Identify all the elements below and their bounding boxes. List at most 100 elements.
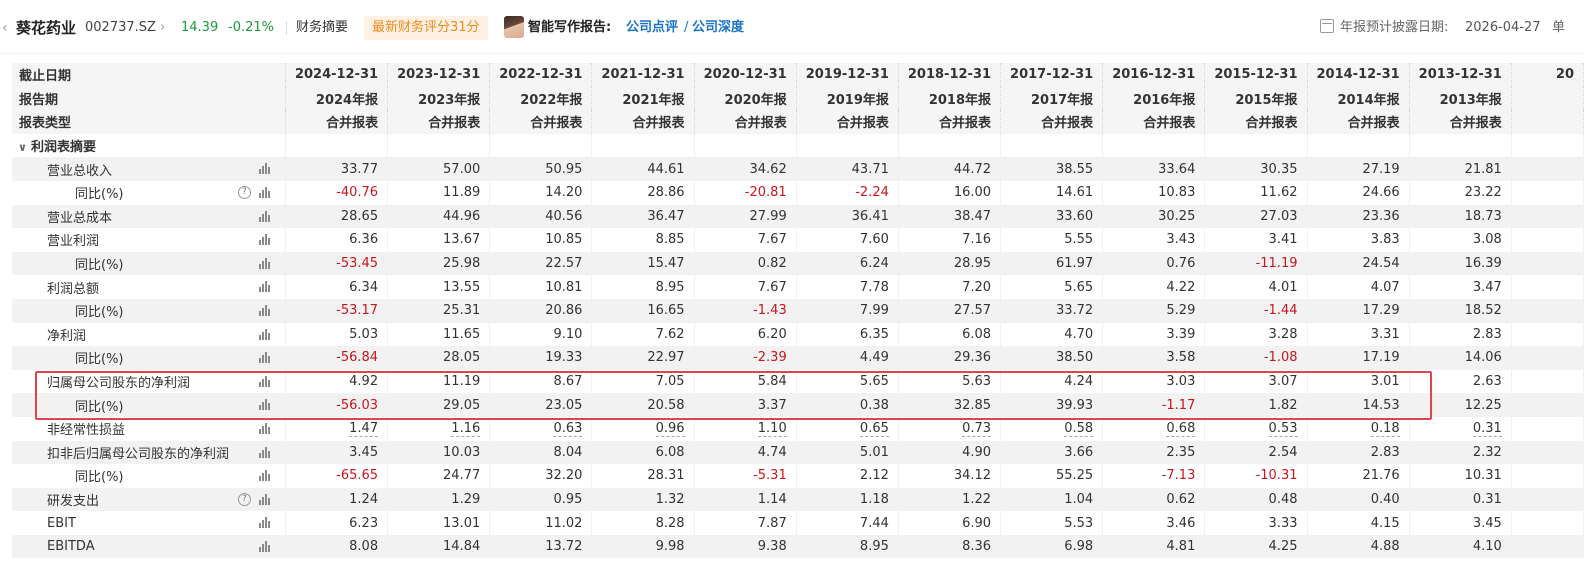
value-cell: 36.47 — [591, 204, 695, 229]
value-cell: 5.84 — [694, 369, 797, 394]
cell-value: 38.50 — [1055, 350, 1094, 366]
value-cell: 28.86 — [591, 180, 695, 205]
cell-value[interactable]: 0.58 — [1064, 421, 1094, 438]
cell-value[interactable]: 0.18 — [1370, 421, 1400, 438]
value-cell: 4.25 — [1204, 534, 1308, 559]
row-label-cell: 扣非后归属母公司股东的净利润 — [12, 440, 286, 465]
bar-chart-icon[interactable] — [258, 540, 271, 552]
bar-chart-icon[interactable] — [258, 163, 271, 175]
value-cell: 3.33 — [1204, 511, 1308, 535]
cell-value[interactable]: 0.68 — [1166, 421, 1196, 438]
bar-chart-icon[interactable] — [258, 186, 271, 198]
header-cell: 合并报表 — [285, 110, 389, 134]
value-cell: -1.43 — [694, 298, 797, 323]
header-label: 报表类型 — [12, 110, 286, 134]
value-cell: 2.63 — [1409, 369, 1512, 394]
bar-chart-icon[interactable] — [258, 352, 271, 364]
section-row[interactable]: ∨ 利润表摘要 — [12, 133, 1584, 158]
row-label: 营业总成本 — [47, 210, 113, 226]
cell-value: 1.24 — [349, 491, 379, 507]
stock-name[interactable]: 葵花药业 — [16, 18, 76, 38]
bar-chart-icon[interactable] — [258, 399, 271, 411]
cell-value: 3.07 — [1268, 374, 1298, 390]
cell-value: 1.18 — [859, 491, 889, 507]
cell-value[interactable]: 0.96 — [655, 421, 685, 438]
cell-value: 8.67 — [553, 374, 583, 390]
cell-value: 28.95 — [953, 256, 992, 272]
value-cell — [1511, 322, 1584, 347]
cell-value: 23.05 — [545, 397, 583, 413]
cell-value: 39.93 — [1055, 397, 1094, 413]
cell-value: 3.03 — [1166, 374, 1196, 390]
cell-value: 55.25 — [1055, 468, 1094, 484]
cell-value: 11.02 — [545, 515, 583, 531]
cell-value: 6.36 — [349, 232, 379, 248]
value-cell: 44.61 — [591, 157, 695, 181]
cell-value[interactable]: 0.31 — [1472, 421, 1502, 438]
cell-value: 23.22 — [1464, 185, 1502, 201]
value-cell: 7.99 — [796, 298, 899, 323]
empty-cell — [1409, 133, 1512, 158]
bar-chart-icon[interactable] — [258, 422, 271, 434]
cell-value[interactable]: 0.73 — [962, 421, 992, 438]
empty-cell — [1000, 133, 1104, 158]
bar-chart-icon[interactable] — [258, 257, 271, 269]
help-icon[interactable]: ? — [237, 492, 251, 506]
bar-chart-icon[interactable] — [258, 210, 271, 222]
cell-value: 7.20 — [962, 279, 992, 295]
cell-value[interactable]: 1.10 — [757, 421, 787, 438]
empty-cell — [796, 133, 899, 158]
section-label[interactable]: ∨ 利润表摘要 — [12, 133, 286, 158]
value-cell: 2.12 — [796, 464, 899, 488]
cell-value: 3.08 — [1472, 232, 1502, 248]
value-cell: 14.53 — [1307, 393, 1410, 417]
cell-value[interactable]: 1.16 — [451, 421, 481, 438]
stock-code: 002737.SZ — [85, 20, 156, 35]
unit-label[interactable]: 单 — [1552, 18, 1565, 38]
cell-value[interactable]: 0.53 — [1268, 421, 1298, 438]
bar-chart-icon[interactable] — [258, 304, 271, 316]
cell-value[interactable]: 0.65 — [859, 421, 889, 438]
row-label: 非经常性损益 — [47, 423, 126, 439]
cell-value[interactable]: 1.47 — [349, 421, 379, 438]
value-cell: 43.71 — [796, 157, 899, 181]
header-cell: 2014年报 — [1307, 86, 1410, 111]
financial-summary-tab[interactable]: 财务摘要 — [296, 18, 348, 38]
cell-value: 10.31 — [1464, 468, 1502, 484]
cell-value: 17.19 — [1362, 350, 1400, 366]
cell-value: 17.29 — [1362, 303, 1400, 319]
row-label-cell: 归属母公司股东的净利润 — [12, 369, 286, 394]
value-cell — [1511, 464, 1584, 488]
chevron-right-icon[interactable]: › — [160, 18, 165, 38]
value-cell: 38.55 — [1000, 157, 1104, 181]
value-cell: 44.72 — [898, 157, 1002, 181]
chevron-down-icon[interactable]: ∨ — [18, 141, 27, 154]
value-cell: 3.31 — [1307, 322, 1410, 347]
bar-chart-icon[interactable] — [258, 446, 271, 458]
bar-chart-icon[interactable] — [258, 517, 271, 529]
value-cell: -40.76 — [285, 180, 389, 205]
row-label-cell: 研发支出? — [12, 487, 286, 512]
company-review-link[interactable]: 公司点评 — [626, 18, 678, 38]
help-icon[interactable]: ? — [237, 185, 251, 199]
cell-value[interactable]: 0.63 — [553, 421, 583, 438]
bar-chart-icon[interactable] — [258, 493, 271, 505]
bar-chart-icon[interactable] — [258, 375, 271, 387]
value-cell: -11.19 — [1204, 251, 1308, 276]
calendar-icon — [1320, 19, 1334, 33]
company-depth-link[interactable]: 公司深度 — [692, 18, 744, 38]
cell-value: 4.88 — [1370, 539, 1400, 555]
value-cell: 0.76 — [1102, 251, 1206, 276]
value-cell: 8.28 — [591, 511, 695, 535]
bar-chart-icon[interactable] — [258, 328, 271, 340]
financial-score-badge[interactable]: 最新财务评分31分 — [364, 16, 488, 40]
bar-chart-icon[interactable] — [258, 281, 271, 293]
bar-chart-icon[interactable] — [258, 234, 271, 246]
bar-chart-icon[interactable] — [258, 470, 271, 482]
header-cell: 2020年报 — [694, 86, 797, 111]
chevron-left-icon[interactable]: ‹ — [2, 18, 8, 38]
header-cell: 合并报表 — [489, 110, 593, 134]
value-cell: 7.87 — [694, 511, 797, 535]
cell-value: -56.03 — [336, 397, 379, 413]
row-label-cell: 营业利润 — [12, 228, 286, 252]
